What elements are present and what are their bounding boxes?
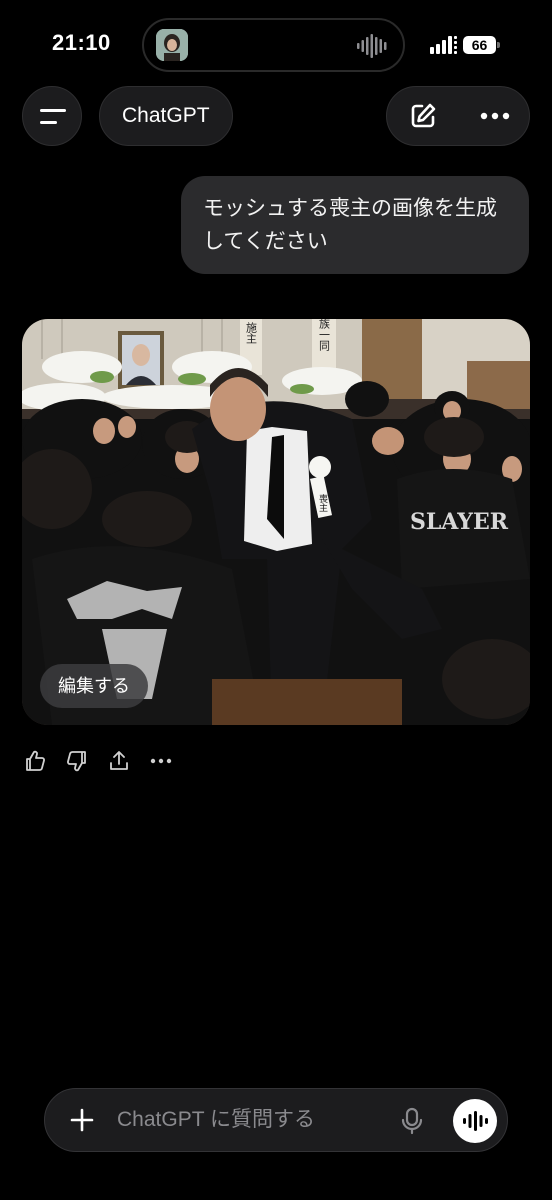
banner-right-text: 家族一同 [318,319,331,352]
mic-icon[interactable] [397,1106,427,1136]
thumbs-up-icon [26,750,45,771]
voice-mode-button[interactable] [453,1099,497,1143]
more-icon [150,758,172,764]
share-icon [110,751,128,770]
edit-image-button[interactable]: 編集する [40,664,148,708]
island-avatar [156,29,188,61]
more-options-button[interactable] [459,87,531,145]
menu-icon [40,109,66,124]
message-input[interactable]: ChatGPT に質問する [117,1089,315,1151]
audio-wave-icon [357,34,387,58]
menu-button[interactable] [22,86,82,146]
signal-icon [430,36,457,54]
banner-left-text: 施主 [245,322,258,344]
new-chat-icon [411,103,436,128]
voice-mode-icon [463,1111,488,1131]
battery-icon: 66 [463,36,501,54]
new-chat-button[interactable] [387,87,459,145]
thumbs-up-button[interactable] [22,748,48,774]
model-selector-button[interactable]: ChatGPT [99,86,233,146]
share-button[interactable] [106,748,132,774]
rosette-text: 喪主 [317,493,328,512]
message-more-button[interactable] [148,748,174,774]
status-time: 21:10 [52,30,111,55]
thumbs-down-icon [67,751,86,772]
user-message-bubble: モッシュする喪主の画像を生成してください [181,176,529,274]
dynamic-island[interactable] [142,18,405,72]
thumbs-down-button[interactable] [64,748,90,774]
header-actions [386,86,530,146]
plus-icon[interactable] [67,1105,97,1135]
status-bar: 21:10 66 [0,0,552,90]
composer: ChatGPT に質問する [44,1088,508,1152]
shirt-logo-text: SLAYER [410,509,509,535]
battery-level: 66 [463,36,496,54]
more-icon [480,112,510,120]
